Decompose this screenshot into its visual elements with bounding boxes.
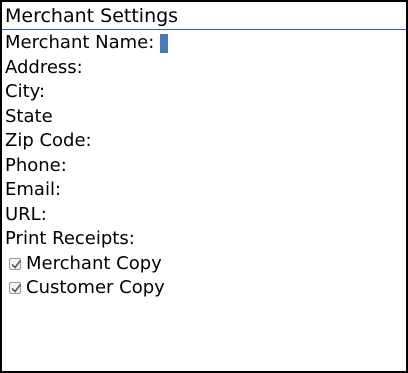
email-row[interactable]: Email:	[5, 178, 406, 203]
phone-label: Phone:	[5, 154, 67, 176]
address-row[interactable]: Address:	[5, 56, 406, 81]
merchant-name-input[interactable]	[160, 33, 169, 53]
merchant-copy-checkbox[interactable]	[9, 257, 22, 270]
merchant-copy-option[interactable]: Merchant Copy	[5, 252, 406, 277]
address-label: Address:	[5, 56, 83, 78]
check-icon	[11, 259, 22, 269]
url-row[interactable]: URL:	[5, 203, 406, 228]
city-label: City:	[5, 81, 46, 102]
print-receipts-label: Print Receipts:	[5, 228, 135, 249]
url-label: URL:	[5, 203, 47, 225]
phone-row[interactable]: Phone:	[5, 154, 406, 179]
zip-code-row[interactable]: Zip Code:	[5, 129, 406, 154]
customer-copy-label: Customer Copy	[26, 277, 165, 298]
merchant-settings-screen: Merchant Settings Merchant Name: Address…	[0, 0, 408, 373]
city-row[interactable]: City:	[5, 80, 406, 105]
screen-title: Merchant Settings	[2, 2, 406, 30]
merchant-name-row[interactable]: Merchant Name:	[5, 31, 406, 56]
state-label: State	[5, 105, 53, 127]
check-icon	[11, 284, 22, 293]
zip-code-label: Zip Code:	[5, 130, 92, 151]
state-row[interactable]: State	[5, 105, 406, 130]
merchant-name-label: Merchant Name:	[5, 32, 155, 53]
merchant-form: Merchant Name: Address: City: State Zip …	[2, 30, 406, 301]
customer-copy-checkbox[interactable]	[9, 282, 22, 295]
merchant-copy-label: Merchant Copy	[26, 252, 162, 274]
email-label: Email:	[5, 179, 62, 200]
print-receipts-row: Print Receipts:	[5, 227, 406, 252]
customer-copy-option[interactable]: Customer Copy	[5, 276, 406, 301]
